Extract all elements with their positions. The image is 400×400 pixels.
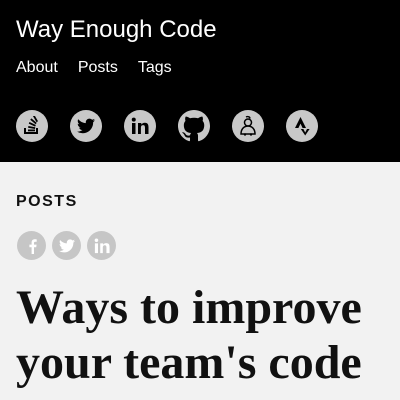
linkedin-icon [94,238,110,253]
social-links [16,110,318,142]
nav-item-about[interactable]: About [16,58,58,78]
twitter-icon [58,238,75,252]
share-facebook-button[interactable] [17,231,46,260]
keybase-icon [240,115,256,136]
linkedin-icon [131,117,149,134]
keybase-link[interactable] [232,110,264,142]
github-icon [178,110,210,142]
twitter-link[interactable] [70,110,102,142]
nav-item-tags[interactable]: Tags [138,58,172,78]
share-buttons [17,231,116,260]
share-linkedin-button[interactable] [87,231,116,260]
linkedin-link[interactable] [124,110,156,142]
site-header: Way Enough Code About Posts Tags [0,0,400,162]
github-link[interactable] [178,110,210,142]
strava-icon [295,117,310,136]
twitter-icon [77,118,95,134]
main-nav: About Posts Tags [16,58,172,78]
share-twitter-button[interactable] [52,231,81,260]
facebook-icon [28,238,37,254]
section-label: POSTS [16,193,78,210]
stackoverflow-link[interactable] [16,110,48,142]
strava-link[interactable] [286,110,318,142]
nav-item-posts[interactable]: Posts [78,58,118,78]
site-title[interactable]: Way Enough Code [16,14,217,46]
post-title[interactable]: Ways to improve your team's code [16,280,396,390]
stackoverflow-icon [24,116,39,134]
